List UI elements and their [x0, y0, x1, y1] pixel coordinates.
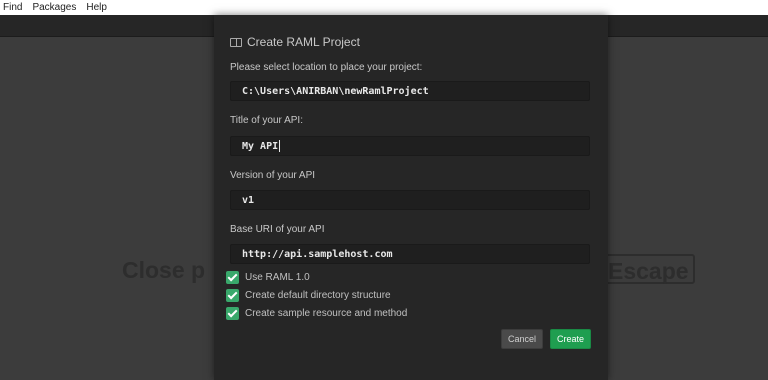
- option-label: Use RAML 1.0: [245, 272, 310, 283]
- option-label: Create default directory structure: [245, 290, 391, 301]
- background-message: Close p: [122, 257, 206, 283]
- create-button[interactable]: Create: [550, 329, 591, 349]
- checkbox-checked-icon[interactable]: [226, 289, 239, 302]
- text-caret: [279, 140, 281, 152]
- base-uri-label: Base URI of your API: [230, 224, 325, 235]
- checkbox-checked-icon[interactable]: [226, 271, 239, 284]
- option-use-raml-1[interactable]: Use RAML 1.0: [226, 271, 310, 284]
- version-input[interactable]: v1: [230, 190, 590, 210]
- title-input-value: My API: [242, 141, 279, 152]
- version-label: Version of your API: [230, 170, 316, 181]
- option-default-directory[interactable]: Create default directory structure: [226, 289, 391, 302]
- dialog-title-text: Create RAML Project: [247, 35, 360, 49]
- menu-find[interactable]: Find: [0, 0, 27, 15]
- option-label: Create sample resource and method: [245, 308, 408, 319]
- menu-packages[interactable]: Packages: [27, 0, 81, 15]
- title-input[interactable]: My API: [230, 136, 590, 156]
- background-key-hint: Escape: [602, 254, 695, 284]
- menu-bar: Find Packages Help: [0, 0, 768, 15]
- cancel-button[interactable]: Cancel: [501, 329, 543, 349]
- location-input[interactable]: C:\Users\ANIRBAN\newRamlProject: [230, 81, 590, 101]
- menu-help[interactable]: Help: [81, 0, 112, 15]
- base-uri-input[interactable]: http://api.samplehost.com: [230, 244, 590, 264]
- checkbox-checked-icon[interactable]: [226, 307, 239, 320]
- location-label: Please select location to place your pro…: [230, 62, 423, 73]
- create-raml-project-dialog: Create RAML Project Please select locati…: [214, 15, 608, 380]
- option-sample-resource[interactable]: Create sample resource and method: [226, 307, 407, 320]
- dialog-title: Create RAML Project: [230, 35, 360, 49]
- title-label: Title of your API:: [230, 115, 303, 126]
- book-icon: [230, 37, 242, 47]
